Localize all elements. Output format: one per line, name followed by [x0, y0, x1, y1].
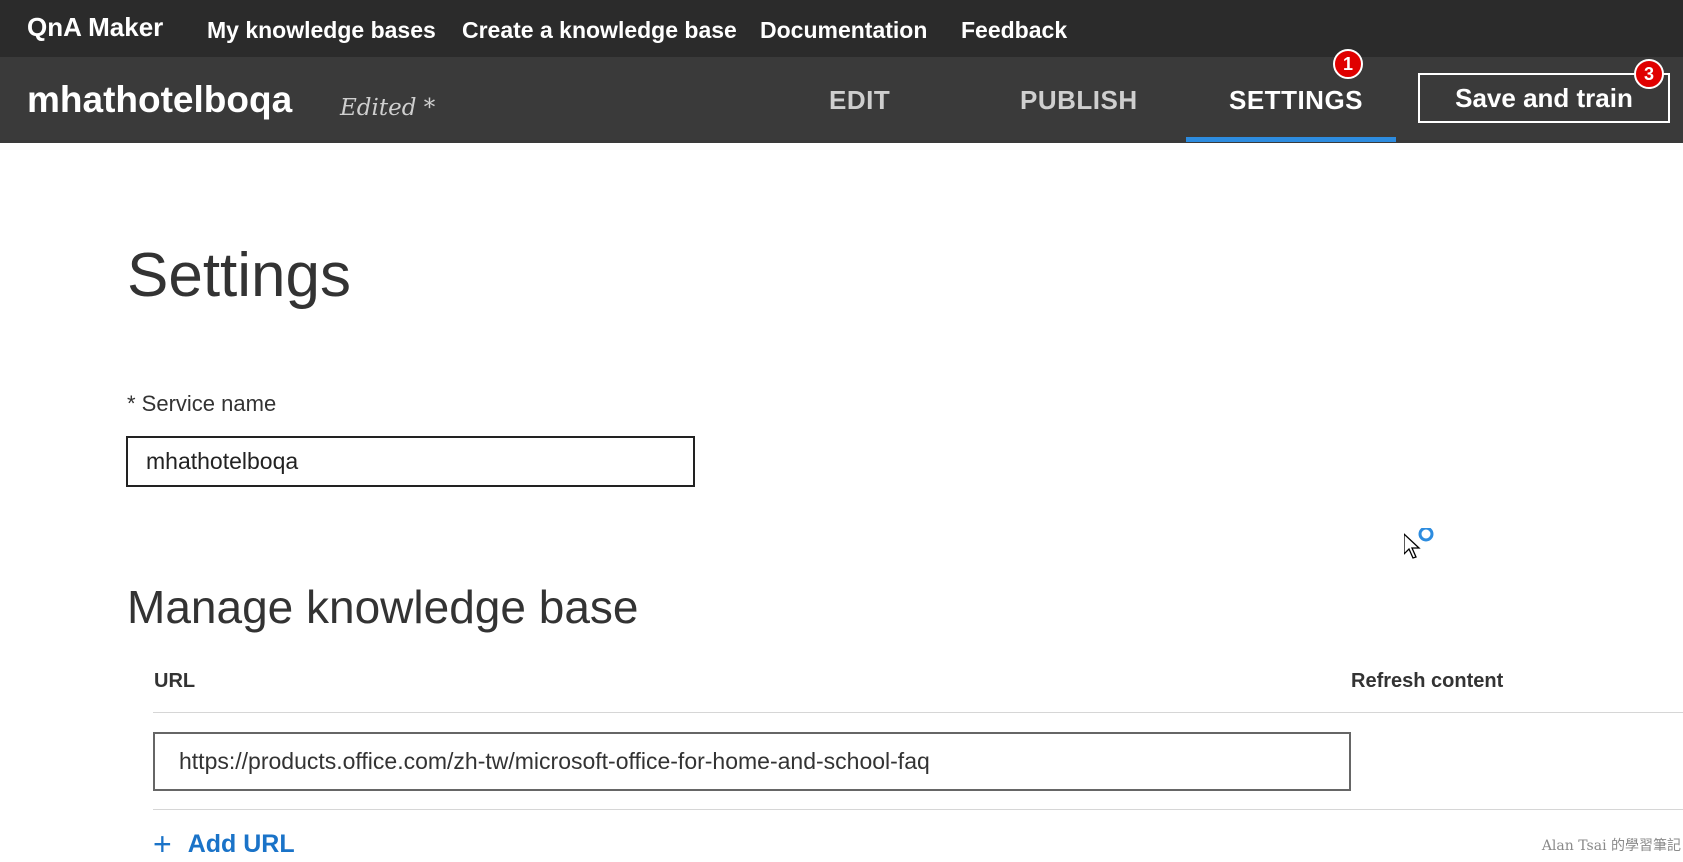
brand-logo[interactable]: QnA Maker [27, 12, 163, 43]
nav-feedback[interactable]: Feedback [961, 17, 1067, 44]
url-input[interactable] [153, 732, 1351, 791]
manage-kb-title: Manage knowledge base [127, 581, 639, 633]
tab-settings[interactable]: SETTINGS [1229, 85, 1363, 116]
service-name-input[interactable] [126, 436, 695, 487]
add-url-label: Add URL [187, 829, 295, 858]
top-nav-bar: QnA Maker My knowledge bases Create a kn… [0, 0, 1683, 57]
url-column-header: URL [154, 670, 196, 692]
table-divider-bottom [153, 809, 1683, 810]
nav-create-knowledge-base[interactable]: Create a knowledge base [462, 17, 737, 44]
refresh-column-header: Refresh content [1351, 670, 1504, 692]
kb-name: mhathotelboqa [27, 79, 293, 120]
nav-documentation[interactable]: Documentation [760, 17, 927, 44]
tab-edit[interactable]: EDIT [829, 85, 890, 116]
nav-my-knowledge-bases[interactable]: My knowledge bases [207, 17, 436, 44]
add-url-button[interactable]: + Add URL [153, 828, 295, 860]
save-and-train-button[interactable]: Save and train [1418, 73, 1670, 123]
busy-cursor-icon [1404, 528, 1434, 559]
step-marker-3: 3 [1634, 59, 1664, 89]
table-divider-top [153, 712, 1683, 713]
tab-publish[interactable]: PUBLISH [1020, 85, 1138, 116]
step-marker-1: 1 [1333, 49, 1363, 79]
edited-status: Edited * [340, 95, 436, 121]
kb-header-bar: mhathotelboqa Edited * EDIT PUBLISH SETT… [0, 57, 1683, 143]
service-name-label: * Service name [127, 391, 277, 416]
active-tab-indicator [1186, 137, 1396, 142]
plus-icon: + [153, 826, 172, 862]
watermark: Alan Tsai 的學習筆記 [1541, 838, 1681, 854]
page-title: Settings [127, 241, 352, 310]
